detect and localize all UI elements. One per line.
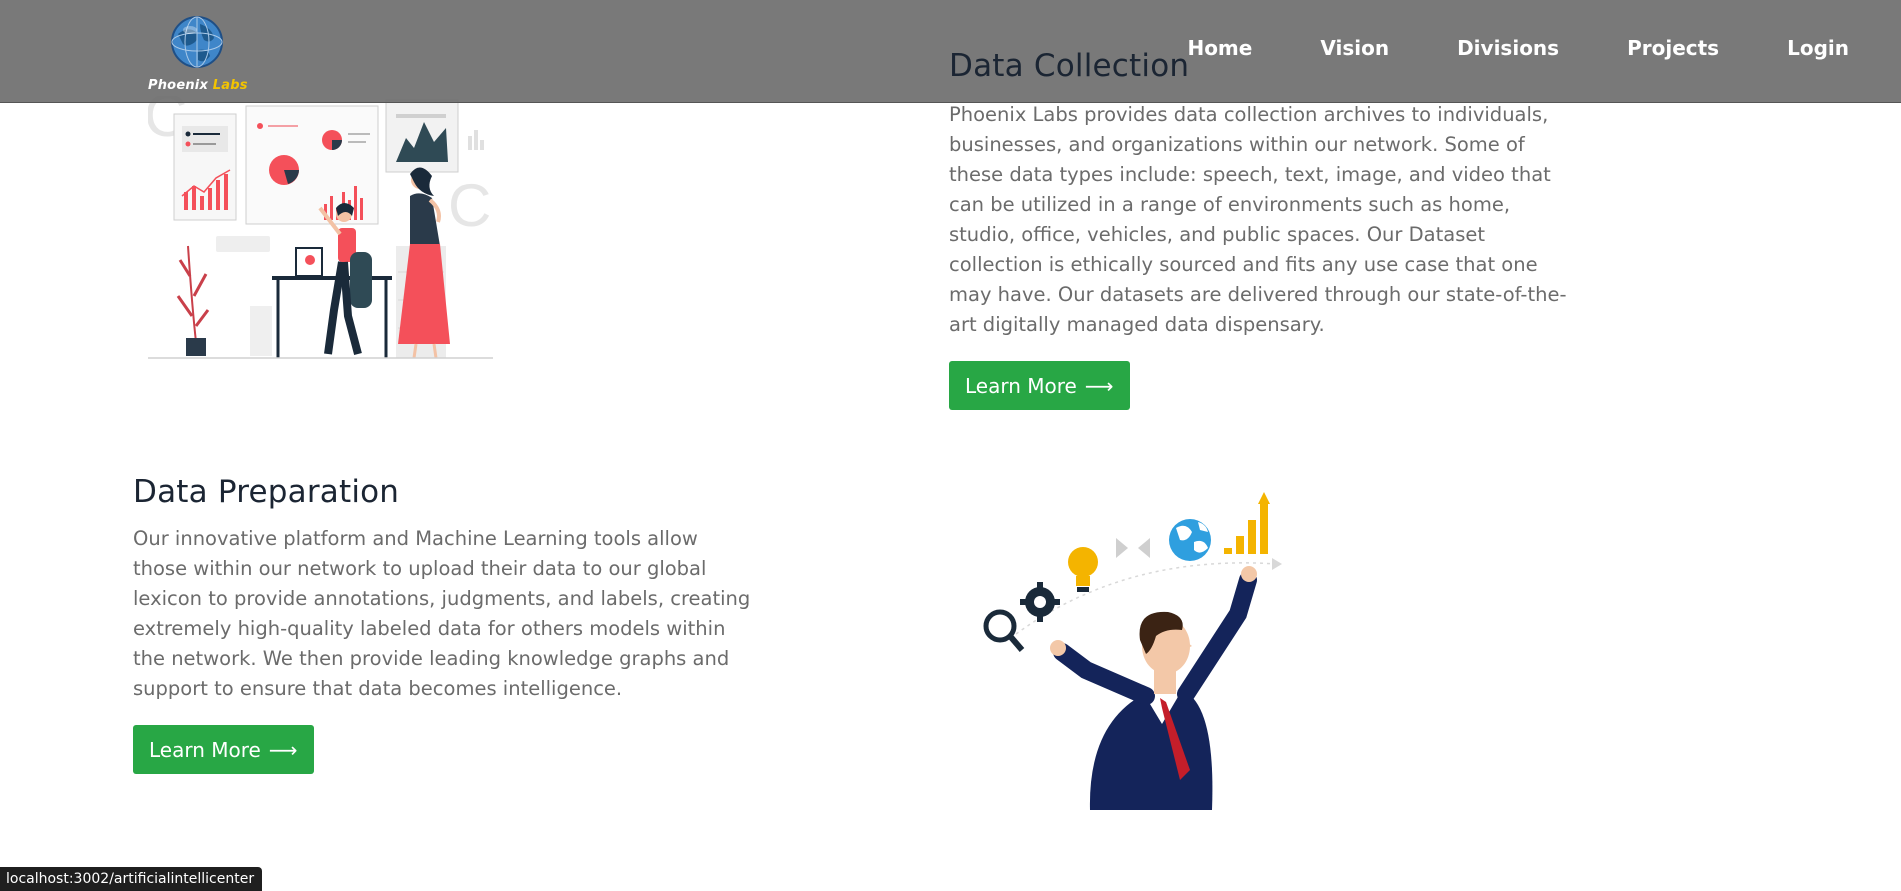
data-collection-learn-more-button[interactable]: Learn More ⟶: [949, 361, 1130, 410]
arrow-right-icon: ⟶: [268, 737, 298, 762]
link-status-bar: localhost:3002/artificialintellicenter: [0, 867, 263, 891]
business-growth-illustration: [983, 492, 1282, 810]
data-collection-section: Data Collection Phoenix Labs provides da…: [949, 48, 1569, 410]
brand-name-part1: Phoenix: [148, 78, 209, 93]
learn-more-label: Learn More: [149, 737, 261, 762]
data-preparation-section: Data Preparation Our innovative platform…: [133, 474, 753, 774]
nav-projects[interactable]: Projects: [1627, 36, 1719, 60]
brand-logo[interactable]: Phoenix Labs: [148, 14, 247, 98]
data-analytics-illustration: C C: [148, 96, 493, 359]
svg-text:C: C: [448, 172, 491, 239]
data-preparation-learn-more-button[interactable]: Learn More ⟶: [133, 725, 314, 774]
data-preparation-title: Data Preparation: [133, 474, 400, 510]
brand-name: Phoenix Labs: [148, 78, 248, 93]
data-collection-title: Data Collection: [949, 48, 1190, 84]
data-collection-description: Phoenix Labs provides data collection ar…: [949, 103, 1567, 336]
arrow-right-icon: ⟶: [1084, 373, 1114, 398]
nav-login[interactable]: Login: [1787, 36, 1849, 60]
learn-more-label: Learn More: [965, 373, 1077, 398]
brand-name-part2: Labs: [212, 78, 248, 93]
globe-icon: [171, 16, 223, 68]
data-preparation-description: Our innovative platform and Machine Lear…: [133, 527, 751, 700]
